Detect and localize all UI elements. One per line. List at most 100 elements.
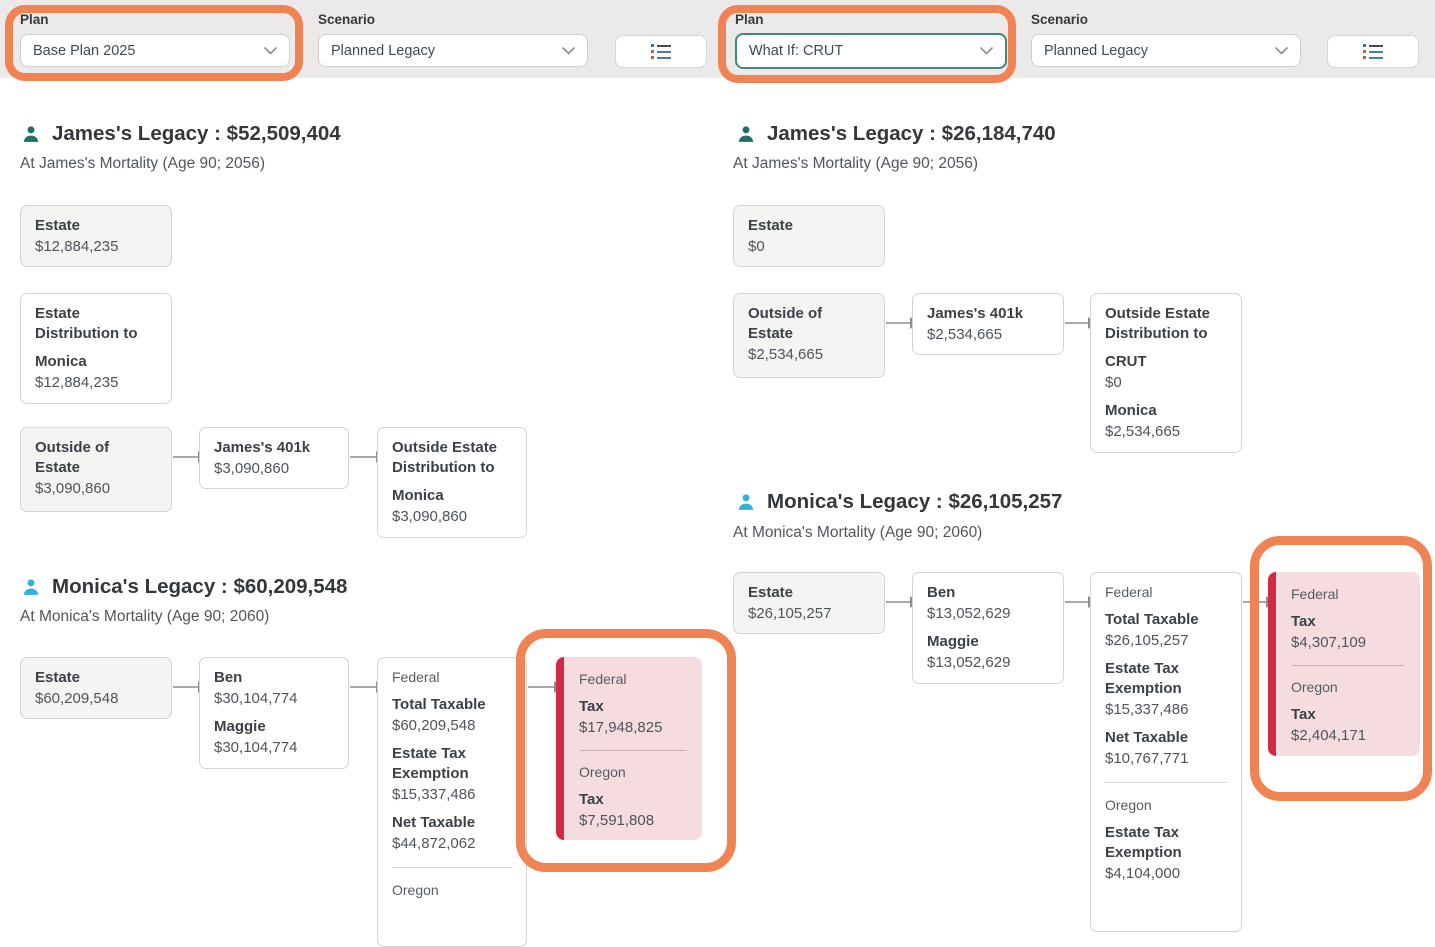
tax-label: Tax (579, 790, 687, 810)
node-value: $13,052,629 (927, 652, 1049, 673)
scenario-select-right-value: Planned Legacy (1044, 43, 1148, 59)
node-estate-distribution[interactable]: Estate Distribution to Monica $12,884,23… (20, 293, 172, 404)
beneficiary-name: Ben (927, 583, 1049, 603)
node-tax-detail[interactable]: Federal Total Taxable $60,209,548 Estate… (377, 657, 527, 947)
tax-value: $2,404,171 (1291, 725, 1405, 746)
jurisdiction-label: Federal (1291, 585, 1405, 604)
james-legacy-header-left: James's Legacy : $52,509,404 (22, 122, 341, 146)
node-label: James's 401k (927, 304, 1049, 324)
plan-label: Plan (735, 12, 1007, 27)
detail-name: Estate Tax Exemption (392, 744, 512, 784)
scenario-field-right: Scenario Planned Legacy (1031, 12, 1301, 67)
detail-name: Net Taxable (392, 813, 512, 833)
scenario-label: Scenario (318, 12, 588, 27)
legend-button-left[interactable] (615, 35, 707, 68)
chevron-down-icon (1275, 47, 1288, 55)
flow-arrow (886, 322, 911, 324)
tax-value: $7,591,808 (579, 810, 687, 831)
node-value: $0 (1105, 372, 1227, 393)
jurisdiction-label: Oregon (392, 881, 512, 900)
node-value: $13,052,629 (927, 603, 1049, 624)
node-james-401k[interactable]: James's 401k $3,090,860 (199, 427, 349, 489)
tax-label: Tax (579, 697, 687, 717)
list-icon (651, 44, 671, 59)
beneficiary-name: CRUT (1105, 352, 1227, 372)
scenario-select-left[interactable]: Planned Legacy (318, 34, 588, 67)
flow-arrow (350, 456, 377, 458)
jurisdiction-label: Federal (1105, 583, 1227, 602)
beneficiary-name: Monica (35, 352, 157, 372)
node-label: Estate (35, 668, 157, 688)
list-icon (1363, 44, 1383, 59)
node-heirs[interactable]: Ben $30,104,774 Maggie $30,104,774 (199, 657, 349, 769)
tax-stripe (556, 657, 564, 840)
node-value: $2,534,665 (748, 344, 870, 365)
detail-name: Net Taxable (1105, 728, 1227, 748)
jurisdiction-label: Oregon (1105, 796, 1227, 815)
node-estate[interactable]: Estate $0 (733, 205, 885, 267)
tax-value: $4,307,109 (1291, 632, 1405, 653)
detail-name: Total Taxable (392, 695, 512, 715)
node-outside-of-estate[interactable]: Outside of Estate $2,534,665 (733, 293, 885, 378)
legacy-title: Monica's Legacy : $26,105,257 (767, 490, 1062, 514)
node-value: $30,104,774 (214, 688, 334, 709)
node-tax-detail[interactable]: Federal Total Taxable $26,105,257 Estate… (1090, 572, 1242, 932)
node-label: Outside Estate Distribution to (1105, 304, 1227, 344)
detail-value: $15,337,486 (392, 784, 512, 805)
node-value: $60,209,548 (35, 688, 157, 709)
detail-value: $26,105,257 (1105, 630, 1227, 651)
legacy-subtitle: At Monica's Mortality (Age 90; 2060) (733, 524, 982, 542)
node-value: $2,534,665 (1105, 421, 1227, 442)
legacy-subtitle: At James's Mortality (Age 90; 2056) (20, 155, 265, 173)
flow-arrow (173, 686, 199, 688)
jurisdiction-label: Federal (579, 670, 687, 689)
monica-legacy-header-left: Monica's Legacy : $60,209,548 (22, 575, 347, 599)
divider (579, 750, 687, 751)
flow-arrow (173, 456, 199, 458)
node-label: Estate Distribution to (35, 304, 157, 344)
person-icon (737, 493, 755, 511)
scenario-select-right[interactable]: Planned Legacy (1031, 34, 1301, 67)
flow-arrow (1243, 601, 1267, 603)
node-value: $26,105,257 (748, 603, 870, 624)
plan-select-right-value: What If: CRUT (749, 43, 843, 59)
plan-select-left[interactable]: Base Plan 2025 (20, 34, 290, 67)
beneficiary-name: Maggie (927, 632, 1049, 652)
detail-name: Estate Tax Exemption (1105, 659, 1227, 699)
node-value: $2,534,665 (927, 324, 1049, 345)
scenario-label: Scenario (1031, 12, 1301, 27)
node-james-401k[interactable]: James's 401k $2,534,665 (912, 293, 1064, 355)
person-icon (22, 578, 40, 596)
legend-button-right[interactable] (1327, 35, 1419, 68)
node-outside-of-estate[interactable]: Outside of Estate $3,090,860 (20, 427, 172, 512)
beneficiary-name: Monica (392, 486, 512, 506)
james-legacy-header-right: James's Legacy : $26,184,740 (737, 122, 1056, 146)
node-outside-estate-distribution[interactable]: Outside Estate Distribution to Monica $3… (377, 427, 527, 538)
node-tax[interactable]: Federal Tax $4,307,109 Oregon Tax $2,404… (1268, 572, 1420, 756)
node-estate[interactable]: Estate $12,884,235 (20, 205, 172, 267)
divider (1105, 782, 1227, 783)
node-value: $3,090,860 (392, 506, 512, 527)
node-heirs[interactable]: Ben $13,052,629 Maggie $13,052,629 (912, 572, 1064, 684)
node-label: Outside of Estate (748, 304, 870, 344)
node-label: Estate (748, 583, 870, 603)
flow-arrow (528, 686, 555, 688)
plan-select-left-value: Base Plan 2025 (33, 43, 135, 59)
plan-label: Plan (20, 12, 290, 27)
flow-arrow (1065, 322, 1089, 324)
node-tax[interactable]: Federal Tax $17,948,825 Oregon Tax $7,59… (556, 657, 702, 840)
node-outside-estate-distribution[interactable]: Outside Estate Distribution to CRUT $0 M… (1090, 293, 1242, 453)
node-value: $12,884,235 (35, 372, 157, 393)
plan-select-right[interactable]: What If: CRUT (735, 33, 1007, 69)
node-label: Estate (748, 216, 870, 236)
plan-field-left: Plan Base Plan 2025 (20, 12, 290, 67)
node-estate[interactable]: Estate $26,105,257 (733, 572, 885, 634)
beneficiary-name: Ben (214, 668, 334, 688)
legacy-subtitle: At James's Mortality (Age 90; 2056) (733, 155, 978, 173)
scenario-field-left: Scenario Planned Legacy (318, 12, 588, 67)
toolbar: Plan Base Plan 2025 Scenario Planned Leg… (0, 0, 1435, 78)
legacy-title: James's Legacy : $26,184,740 (767, 122, 1056, 146)
node-estate[interactable]: Estate $60,209,548 (20, 657, 172, 719)
legacy-subtitle: At Monica's Mortality (Age 90; 2060) (20, 608, 269, 626)
node-value: $3,090,860 (35, 478, 157, 499)
